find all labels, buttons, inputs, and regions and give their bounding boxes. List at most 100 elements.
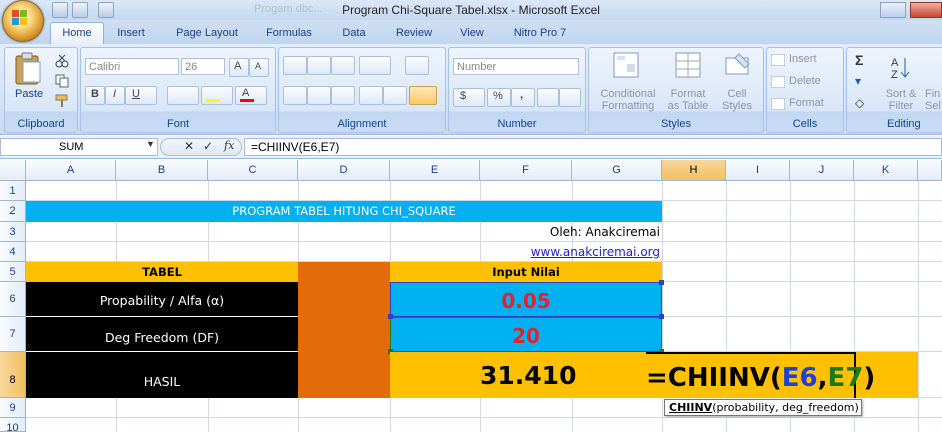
column-header-i[interactable]: I <box>726 160 790 181</box>
column-header-k[interactable]: K <box>854 160 918 181</box>
range-handle[interactable] <box>659 280 664 285</box>
alpha-label[interactable]: Propability / Alfa (α) <box>26 282 298 317</box>
tab-insert[interactable]: Insert <box>108 23 154 44</box>
align-center-button[interactable] <box>307 86 331 105</box>
number-format-combo[interactable]: Number <box>453 58 579 75</box>
active-cell-editor[interactable]: =CHIINV(E6,E7) <box>646 352 875 398</box>
tab-view[interactable]: View <box>452 23 492 44</box>
row-header-3[interactable]: 3 <box>0 222 26 242</box>
font-name-combo[interactable]: Calibri <box>85 58 179 75</box>
format-as-table-button[interactable]: Format as Table <box>661 88 715 112</box>
column-header-l[interactable] <box>918 160 942 181</box>
result-label[interactable]: HASIL <box>26 352 298 398</box>
comma-button[interactable]: , <box>511 88 535 107</box>
column-header-d[interactable]: D <box>298 160 390 181</box>
df-label[interactable]: Deg Freedom (DF) <box>26 317 298 352</box>
undo-icon[interactable] <box>72 2 88 18</box>
orientation-button[interactable] <box>359 56 391 75</box>
range-handle[interactable] <box>388 314 393 319</box>
currency-button[interactable]: $ <box>453 88 485 107</box>
grow-font-button[interactable]: A <box>229 58 249 77</box>
cancel-icon[interactable]: ✕ <box>184 139 194 153</box>
column-header-b[interactable]: B <box>116 160 208 181</box>
fill-color-button[interactable] <box>201 86 233 105</box>
row-header-5[interactable]: 5 <box>0 262 26 282</box>
row-header-7[interactable]: 7 <box>0 317 26 352</box>
paste-icon[interactable] <box>13 52 43 86</box>
cut-icon[interactable] <box>55 54 69 68</box>
column-header-a[interactable]: A <box>26 160 116 181</box>
conditional-formatting-button[interactable]: Conditional Formatting <box>593 88 663 112</box>
find-select-button[interactable]: Fin Sel <box>925 88 942 112</box>
table-header[interactable]: TABEL <box>26 262 298 282</box>
percent-button[interactable]: % <box>487 88 511 107</box>
df-value-cell[interactable]: 20 <box>390 317 662 352</box>
tab-data[interactable]: Data <box>334 23 374 44</box>
tab-nitro[interactable]: Nitro Pro 7 <box>504 23 576 44</box>
increase-indent-button[interactable] <box>383 86 407 105</box>
cell-styles-button[interactable]: Cell Styles <box>715 88 759 112</box>
row-header-4[interactable]: 4 <box>0 242 26 262</box>
minimize-button[interactable] <box>880 2 906 18</box>
decrease-decimal-button[interactable] <box>559 88 581 107</box>
row-header-9[interactable]: 9 <box>0 398 26 418</box>
select-all-corner[interactable] <box>0 160 26 181</box>
enter-icon[interactable]: ✓ <box>203 139 213 153</box>
row-header-1[interactable]: 1 <box>0 181 26 201</box>
row-header-2[interactable]: 2 <box>0 201 26 222</box>
formula-input[interactable]: =CHIINV(E6,E7) <box>244 138 942 156</box>
website-link[interactable]: www.anakciremai.org <box>480 242 660 262</box>
merge-center-button[interactable] <box>409 86 437 105</box>
row-header-8[interactable]: 8 <box>0 352 26 398</box>
tab-review[interactable]: Review <box>386 23 442 44</box>
tooltip-function-name[interactable]: CHIINV <box>669 401 712 414</box>
tab-formulas[interactable]: Formulas <box>258 23 320 44</box>
result-value[interactable]: 31.410 <box>480 352 576 398</box>
name-box-dropdown-icon[interactable]: ▼ <box>146 139 155 149</box>
column-header-g[interactable]: G <box>572 160 662 181</box>
autosum-icon[interactable]: Σ <box>855 52 863 68</box>
font-size-combo[interactable]: 26 <box>181 58 225 75</box>
insert-function-icon[interactable]: fx <box>224 139 234 152</box>
align-left-button[interactable] <box>283 86 307 105</box>
decrease-indent-button[interactable] <box>359 86 383 105</box>
align-top-button[interactable] <box>283 56 307 75</box>
align-middle-button[interactable] <box>307 56 331 75</box>
author-cell[interactable]: Oleh: Anakciremai <box>480 222 660 242</box>
column-header-f[interactable]: F <box>480 160 572 181</box>
title-banner[interactable]: PROGRAM TABEL HITUNG CHI_SQUARE <box>26 201 662 222</box>
paste-button[interactable]: Paste <box>15 88 43 100</box>
column-header-c[interactable]: C <box>208 160 298 181</box>
font-color-button[interactable]: A <box>235 86 267 105</box>
format-cells-button[interactable]: Format <box>789 97 824 109</box>
fill-icon[interactable]: ▾ <box>855 74 861 88</box>
column-header-h[interactable]: H <box>662 160 726 181</box>
align-bottom-button[interactable] <box>331 56 355 75</box>
column-header-e[interactable]: E <box>390 160 480 181</box>
name-box[interactable]: SUM <box>0 138 158 156</box>
save-icon[interactable] <box>52 2 68 18</box>
italic-button[interactable]: I <box>105 86 125 105</box>
shrink-font-button[interactable]: A <box>249 58 269 77</box>
alpha-value-cell[interactable]: 0.05 <box>390 282 662 317</box>
align-right-button[interactable] <box>331 86 355 105</box>
format-painter-icon[interactable] <box>55 94 69 108</box>
tab-page-layout[interactable]: Page Layout <box>168 23 246 44</box>
borders-button[interactable] <box>167 86 199 105</box>
copy-icon[interactable] <box>55 74 69 88</box>
tab-home[interactable]: Home <box>50 22 104 45</box>
range-handle[interactable] <box>659 314 664 319</box>
increase-decimal-button[interactable] <box>537 88 559 107</box>
delete-cells-button[interactable]: Delete <box>789 75 821 87</box>
row-header-10[interactable]: 10 <box>0 418 26 432</box>
input-header[interactable]: Input Nilai <box>390 262 662 282</box>
close-button[interactable] <box>910 2 942 18</box>
column-header-j[interactable]: J <box>790 160 854 181</box>
row-header-6[interactable]: 6 <box>0 282 26 317</box>
redo-icon[interactable] <box>98 2 114 18</box>
underline-button[interactable]: U <box>125 86 157 105</box>
clear-icon[interactable]: ◇ <box>855 96 864 110</box>
wrap-text-button[interactable] <box>405 56 429 75</box>
sort-filter-button[interactable]: Sort & Filter <box>881 88 921 112</box>
bold-button[interactable]: B <box>85 86 105 105</box>
